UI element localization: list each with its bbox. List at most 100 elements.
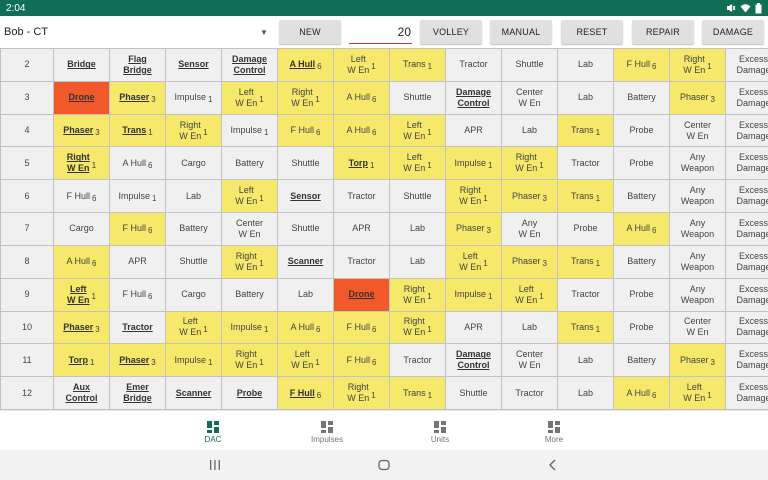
dac-cell[interactable]: Battery — [222, 278, 277, 311]
dac-cell[interactable]: Right W En 1 — [222, 344, 277, 377]
dac-cell[interactable]: Battery — [614, 180, 669, 213]
dac-cell[interactable]: Right W En 1 — [278, 81, 333, 114]
dac-cell[interactable]: Probe — [614, 114, 669, 147]
dac-cell[interactable]: Left W En 1 — [54, 278, 109, 311]
dac-cell[interactable]: Phaser 3 — [110, 344, 165, 377]
dac-cell[interactable]: APR — [446, 311, 501, 344]
dac-cell[interactable]: Trans 1 — [390, 377, 445, 409]
dac-cell[interactable]: Left W En 1 — [446, 245, 501, 278]
dac-cell[interactable]: Tractor — [446, 49, 501, 81]
dac-cell[interactable]: A Hull 6 — [334, 114, 389, 147]
dac-cell[interactable]: Phaser 3 — [54, 114, 109, 147]
dac-cell[interactable]: Right W En 1 — [222, 245, 277, 278]
dac-cell[interactable]: Cargo — [166, 147, 221, 180]
volley-button[interactable]: VOLLEY — [420, 20, 482, 44]
dac-cell[interactable]: Shuttle — [390, 180, 445, 213]
dac-cell[interactable]: Center W En — [502, 81, 557, 114]
dac-cell[interactable]: Left W En 1 — [334, 49, 389, 81]
recents-icon[interactable] — [207, 457, 223, 473]
dac-cell[interactable]: Tractor — [390, 344, 445, 377]
dac-cell[interactable]: Shuttle — [166, 245, 221, 278]
dac-cell[interactable]: Probe — [222, 377, 277, 409]
dac-cell[interactable]: Right W En 1 — [446, 180, 501, 213]
dac-cell[interactable]: Probe — [558, 213, 613, 245]
dac-cell[interactable]: Any Weapon — [670, 180, 725, 213]
dac-cell[interactable]: Left W En 1 — [390, 147, 445, 180]
dac-cell[interactable]: Left W En 1 — [222, 81, 277, 114]
nav-impulses[interactable]: Impulses — [287, 415, 367, 449]
dac-cell[interactable]: Left W En 1 — [278, 344, 333, 377]
reset-button[interactable]: RESET — [561, 20, 623, 44]
dac-cell[interactable]: Lab — [166, 180, 221, 213]
back-icon[interactable] — [545, 457, 561, 473]
dac-cell[interactable]: Right W En 1 — [166, 114, 221, 147]
dac-cell[interactable]: Impulse 1 — [222, 114, 277, 147]
dac-cell[interactable]: A Hull 6 — [110, 147, 165, 180]
dac-cell[interactable]: APR — [110, 245, 165, 278]
dac-cell[interactable]: Right W En 1 — [502, 147, 557, 180]
dac-cell[interactable]: Trans 1 — [558, 245, 613, 278]
dac-cell[interactable]: Drone — [54, 81, 109, 114]
nav-dac[interactable]: DAC — [173, 415, 253, 449]
dac-cell[interactable]: Any W En — [502, 213, 557, 245]
dac-cell[interactable]: Excess Damage — [726, 377, 768, 409]
dac-cell[interactable]: Probe — [614, 311, 669, 344]
dac-cell[interactable]: Scanner — [278, 245, 333, 278]
dac-cell[interactable]: Left W En 1 — [222, 180, 277, 213]
dac-cell[interactable]: Phaser 3 — [670, 81, 725, 114]
dac-cell[interactable]: Left W En 1 — [390, 114, 445, 147]
dac-cell[interactable]: Trans 1 — [558, 180, 613, 213]
dac-cell[interactable]: Shuttle — [278, 147, 333, 180]
dac-cell[interactable]: Aux Control — [54, 377, 109, 409]
dac-cell[interactable]: Bridge — [54, 49, 109, 81]
dac-cell[interactable]: Any Weapon — [670, 245, 725, 278]
dac-cell[interactable]: Tractor — [558, 278, 613, 311]
volley-input[interactable] — [349, 20, 412, 44]
dac-cell[interactable]: Left W En 1 — [166, 311, 221, 344]
dac-cell[interactable]: Excess Damage — [726, 180, 768, 213]
dac-cell[interactable]: A Hull 6 — [334, 81, 389, 114]
dac-cell[interactable]: Lab — [558, 344, 613, 377]
dac-cell[interactable]: Tractor — [334, 245, 389, 278]
dac-cell[interactable]: Emer Bridge — [110, 377, 165, 409]
dac-cell[interactable]: Battery — [614, 245, 669, 278]
dac-cell[interactable]: Excess Damage — [726, 81, 768, 114]
dac-cell[interactable]: Battery — [614, 81, 669, 114]
dac-cell[interactable]: Trans 1 — [110, 114, 165, 147]
manual-button[interactable]: MANUAL — [490, 20, 552, 44]
dac-cell[interactable]: Any Weapon — [670, 278, 725, 311]
dac-cell[interactable]: Damage Control — [222, 49, 277, 81]
dac-cell[interactable]: Shuttle — [390, 81, 445, 114]
new-button[interactable]: NEW — [279, 20, 341, 44]
dac-cell[interactable]: Phaser 3 — [54, 311, 109, 344]
dac-cell[interactable]: Phaser 3 — [446, 213, 501, 245]
dac-cell[interactable]: Probe — [614, 147, 669, 180]
dac-cell[interactable]: Excess Damage — [726, 213, 768, 245]
dac-cell[interactable]: Right W En 1 — [390, 311, 445, 344]
dac-cell[interactable]: Torp 1 — [54, 344, 109, 377]
dac-cell[interactable]: Shuttle — [446, 377, 501, 409]
dac-cell[interactable]: F Hull 6 — [110, 213, 165, 245]
dac-cell[interactable]: Excess Damage — [726, 114, 768, 147]
dac-cell[interactable]: Lab — [502, 311, 557, 344]
dac-cell[interactable]: Excess Damage — [726, 278, 768, 311]
dac-cell[interactable]: Cargo — [166, 278, 221, 311]
dac-cell[interactable]: F Hull 6 — [278, 114, 333, 147]
dac-cell[interactable]: Excess Damage — [726, 344, 768, 377]
dac-cell[interactable]: Impulse 1 — [110, 180, 165, 213]
dac-cell[interactable]: A Hull 6 — [278, 311, 333, 344]
dac-cell[interactable]: Lab — [558, 377, 613, 409]
dac-cell[interactable]: Cargo — [54, 213, 109, 245]
dac-cell[interactable]: APR — [334, 213, 389, 245]
dac-cell[interactable]: F Hull 6 — [54, 180, 109, 213]
dac-cell[interactable]: Center W En — [670, 311, 725, 344]
dac-cell[interactable]: Phaser 3 — [502, 245, 557, 278]
dac-cell[interactable]: Trans 1 — [558, 311, 613, 344]
dac-cell[interactable]: A Hull 6 — [278, 49, 333, 81]
dac-cell[interactable]: Battery — [166, 213, 221, 245]
dac-cell[interactable]: Trans 1 — [558, 114, 613, 147]
dac-cell[interactable]: APR — [446, 114, 501, 147]
dac-cell[interactable]: F Hull 6 — [614, 49, 669, 81]
dac-cell[interactable]: Right W En 1 — [54, 147, 109, 180]
dac-cell[interactable]: Any Weapon — [670, 213, 725, 245]
